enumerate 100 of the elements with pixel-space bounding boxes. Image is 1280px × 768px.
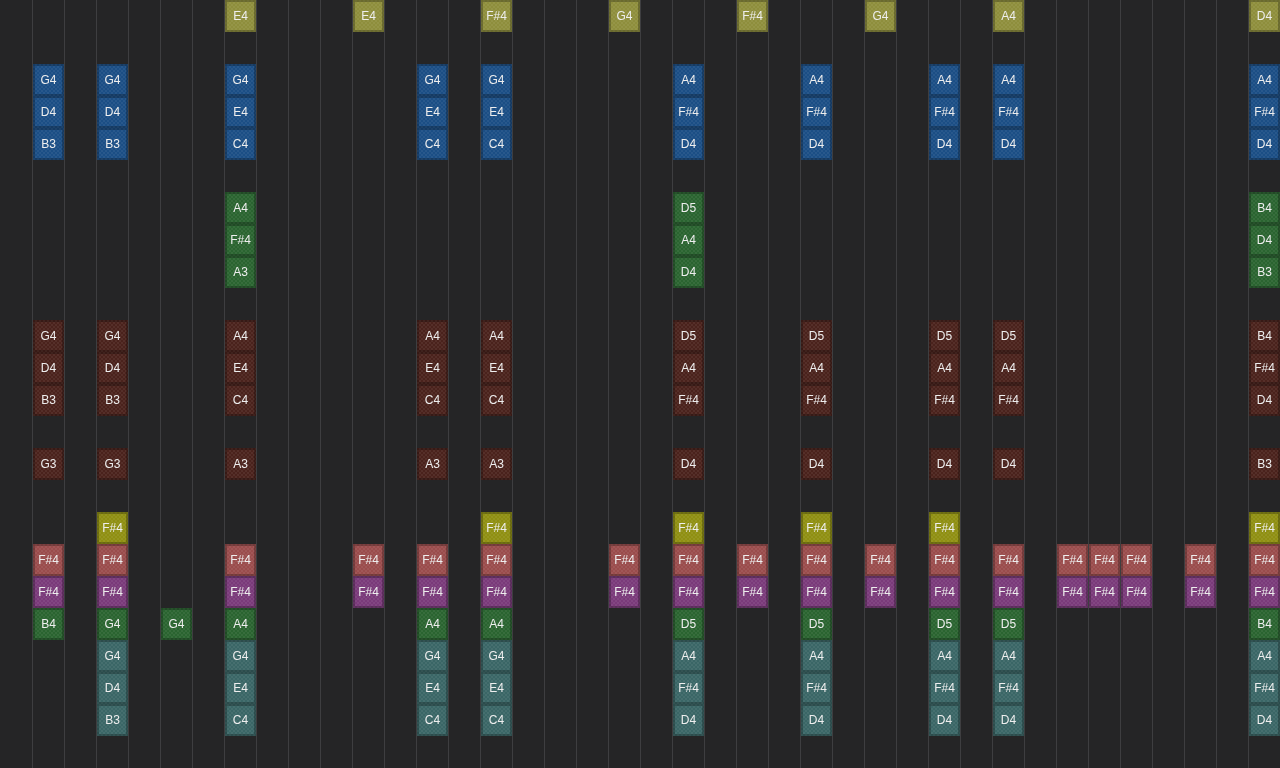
note-block[interactable]: D4	[929, 704, 960, 736]
note-block[interactable]: A4	[673, 224, 704, 256]
note-block[interactable]: C4	[481, 384, 512, 416]
note-block[interactable]: A4	[225, 192, 256, 224]
note-block[interactable]: F#4	[993, 672, 1024, 704]
note-block[interactable]: D4	[1249, 224, 1280, 256]
note-block[interactable]: A3	[481, 448, 512, 480]
note-block[interactable]: A4	[1249, 64, 1280, 96]
note-block[interactable]: D4	[33, 352, 64, 384]
note-block[interactable]: F#4	[801, 96, 832, 128]
note-block[interactable]: D4	[993, 704, 1024, 736]
note-block[interactable]: D4	[993, 128, 1024, 160]
note-block[interactable]: C4	[481, 704, 512, 736]
note-block[interactable]: A4	[929, 352, 960, 384]
note-block[interactable]: A4	[673, 64, 704, 96]
note-block[interactable]: G4	[417, 64, 448, 96]
note-block[interactable]: A4	[673, 352, 704, 384]
note-block[interactable]: F#4	[737, 576, 768, 608]
note-block[interactable]: F#4	[673, 576, 704, 608]
note-block[interactable]: A3	[225, 448, 256, 480]
note-block[interactable]: A4	[993, 352, 1024, 384]
note-block[interactable]: E4	[481, 672, 512, 704]
note-block[interactable]: G4	[97, 608, 128, 640]
note-block[interactable]: F#4	[225, 576, 256, 608]
note-block[interactable]: F#4	[1089, 544, 1120, 576]
note-block[interactable]: G4	[97, 640, 128, 672]
note-block[interactable]: F#4	[1057, 576, 1088, 608]
note-block[interactable]: F#4	[1185, 576, 1216, 608]
note-block[interactable]: D4	[801, 128, 832, 160]
note-block[interactable]: A4	[801, 640, 832, 672]
note-block[interactable]: D4	[673, 704, 704, 736]
note-block[interactable]: A4	[417, 608, 448, 640]
note-block[interactable]: B4	[1249, 192, 1280, 224]
note-block[interactable]: F#4	[673, 544, 704, 576]
note-block[interactable]: A4	[225, 320, 256, 352]
note-block[interactable]: G4	[97, 64, 128, 96]
note-block[interactable]: F#4	[865, 576, 896, 608]
note-block[interactable]: G4	[161, 608, 192, 640]
note-block[interactable]: E4	[225, 352, 256, 384]
note-block[interactable]: F#4	[929, 672, 960, 704]
note-block[interactable]: D4	[97, 96, 128, 128]
note-block[interactable]: A4	[1249, 640, 1280, 672]
note-block[interactable]: F#4	[1249, 352, 1280, 384]
note-block[interactable]: F#4	[97, 576, 128, 608]
note-block[interactable]: F#4	[481, 576, 512, 608]
note-block[interactable]: F#4	[737, 544, 768, 576]
note-block[interactable]: C4	[225, 128, 256, 160]
note-block[interactable]: F#4	[993, 96, 1024, 128]
note-block[interactable]: F#4	[97, 544, 128, 576]
note-block[interactable]: F#4	[1249, 576, 1280, 608]
note-block[interactable]: F#4	[33, 544, 64, 576]
note-block[interactable]: A4	[929, 640, 960, 672]
note-block[interactable]: F#4	[801, 384, 832, 416]
note-block[interactable]: C4	[481, 128, 512, 160]
note-block[interactable]: G4	[33, 64, 64, 96]
note-block[interactable]: E4	[417, 352, 448, 384]
note-block[interactable]: A4	[993, 640, 1024, 672]
note-block[interactable]: E4	[225, 672, 256, 704]
note-block[interactable]: E4	[417, 672, 448, 704]
note-block[interactable]: B3	[97, 704, 128, 736]
note-block[interactable]: A3	[417, 448, 448, 480]
note-block[interactable]: F#4	[417, 576, 448, 608]
note-block[interactable]: F#4	[353, 576, 384, 608]
note-block[interactable]: F#4	[865, 544, 896, 576]
note-block[interactable]: A4	[801, 64, 832, 96]
note-block[interactable]: F#4	[481, 544, 512, 576]
note-block[interactable]: G3	[97, 448, 128, 480]
note-block[interactable]: D4	[993, 448, 1024, 480]
note-block[interactable]: D4	[97, 352, 128, 384]
note-block[interactable]: A3	[225, 256, 256, 288]
note-block[interactable]: A4	[673, 640, 704, 672]
note-block[interactable]: F#4	[353, 544, 384, 576]
note-block[interactable]: A4	[481, 320, 512, 352]
note-block[interactable]: G4	[481, 64, 512, 96]
note-block[interactable]: C4	[417, 384, 448, 416]
note-block[interactable]: D4	[929, 448, 960, 480]
note-block[interactable]: D4	[673, 256, 704, 288]
note-block[interactable]: F#4	[33, 576, 64, 608]
note-block[interactable]: F#4	[801, 544, 832, 576]
note-block[interactable]: C4	[225, 384, 256, 416]
note-block[interactable]: F#4	[609, 576, 640, 608]
note-block[interactable]: F#4	[1089, 576, 1120, 608]
note-block[interactable]: F#4	[929, 544, 960, 576]
note-block[interactable]: A4	[225, 608, 256, 640]
note-block[interactable]: C4	[417, 128, 448, 160]
note-block[interactable]: A4	[417, 320, 448, 352]
note-block[interactable]: D4	[673, 128, 704, 160]
note-block[interactable]: B4	[1249, 320, 1280, 352]
note-block[interactable]: G4	[417, 640, 448, 672]
note-block[interactable]: F#4	[929, 576, 960, 608]
note-block[interactable]: F#4	[1249, 544, 1280, 576]
note-block[interactable]: E4	[481, 96, 512, 128]
note-block[interactable]: D4	[97, 672, 128, 704]
note-block[interactable]: E4	[417, 96, 448, 128]
note-block[interactable]: D5	[929, 320, 960, 352]
note-block[interactable]: E4	[225, 96, 256, 128]
note-block[interactable]: D4	[33, 96, 64, 128]
note-block[interactable]: B3	[97, 128, 128, 160]
note-block[interactable]: B3	[33, 384, 64, 416]
note-block[interactable]: F#4	[929, 384, 960, 416]
